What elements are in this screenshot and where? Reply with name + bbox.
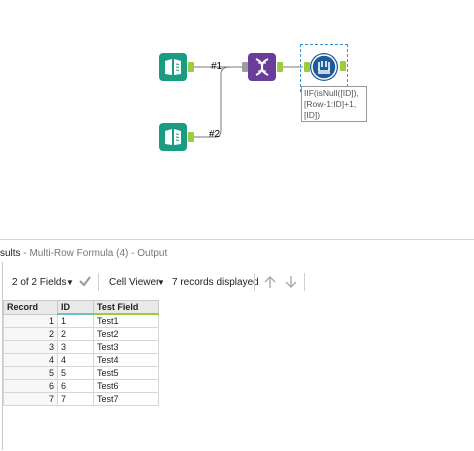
arrow-down-icon[interactable] xyxy=(285,275,297,292)
table-row[interactable]: 2 2 Test2 xyxy=(3,327,159,341)
table-row[interactable]: 1 1 Test1 xyxy=(3,313,159,328)
input-data-tool-1[interactable] xyxy=(159,53,187,81)
record-cell[interactable]: 2 xyxy=(3,327,58,341)
test-field-cell[interactable]: Test7 xyxy=(93,392,159,406)
id-cell[interactable]: 4 xyxy=(57,353,94,367)
book-icon xyxy=(165,59,181,75)
test-field-cell[interactable]: Test1 xyxy=(93,313,159,328)
record-cell[interactable]: 1 xyxy=(3,313,58,328)
annotation-line-3: [ID]) xyxy=(304,110,321,120)
id-cell[interactable]: 1 xyxy=(57,313,94,328)
table-header-row: Record ID Test Field xyxy=(3,300,159,315)
formula-annotation: IIF(isNull([ID]), [Row-1:ID]+1, [ID]) xyxy=(301,86,367,122)
output-anchor[interactable] xyxy=(188,62,194,72)
results-table: Record ID Test Field 1 1 Test1 2 2 Test2… xyxy=(3,300,159,406)
fields-dropdown-icon[interactable]: ▼ xyxy=(66,278,74,287)
table-row[interactable]: 6 6 Test6 xyxy=(3,379,159,393)
toolbar-separator xyxy=(98,273,99,291)
column-header-id[interactable]: ID xyxy=(57,300,94,315)
connection-wires xyxy=(193,66,303,138)
results-title-suffix: - Multi-Row Formula (4) - Output xyxy=(23,248,168,259)
output-anchor[interactable] xyxy=(340,61,346,71)
record-cell[interactable]: 3 xyxy=(3,340,58,354)
annotation-line-2: [Row-1:ID]+1, xyxy=(304,99,357,109)
records-displayed-label: 7 records displayed xyxy=(172,277,259,288)
cell-viewer-selector[interactable]: Cell Viewer xyxy=(109,277,159,288)
book-icon xyxy=(165,129,181,145)
record-cell[interactable]: 4 xyxy=(3,353,58,367)
table-row[interactable]: 3 3 Test3 xyxy=(3,340,159,354)
column-header-test-field[interactable]: Test Field xyxy=(93,300,159,315)
flask-icon xyxy=(311,54,337,80)
id-cell[interactable]: 5 xyxy=(57,366,94,380)
id-cell[interactable]: 3 xyxy=(57,340,94,354)
test-field-cell[interactable]: Test3 xyxy=(93,340,159,354)
record-cell[interactable]: 7 xyxy=(3,392,58,406)
test-field-cell[interactable]: Test2 xyxy=(93,327,159,341)
table-row[interactable]: 4 4 Test4 xyxy=(3,353,159,367)
record-cell[interactable]: 6 xyxy=(3,379,58,393)
results-title-prefix: sults xyxy=(0,248,21,259)
test-field-cell[interactable]: Test4 xyxy=(93,353,159,367)
output-anchor[interactable] xyxy=(277,62,283,72)
test-field-cell[interactable]: Test5 xyxy=(93,366,159,380)
input-data-tool-2[interactable] xyxy=(159,123,187,151)
id-cell[interactable]: 7 xyxy=(57,392,94,406)
dna-icon xyxy=(255,58,269,76)
fields-selector[interactable]: 2 of 2 Fields xyxy=(12,277,66,288)
table-row[interactable]: 7 7 Test7 xyxy=(3,392,159,406)
checkmark-icon[interactable] xyxy=(78,274,92,291)
record-cell[interactable]: 5 xyxy=(3,366,58,380)
annotation-line-1: IIF(isNull([ID]), xyxy=(304,88,359,98)
toolbar-separator xyxy=(304,273,305,291)
workflow-canvas[interactable]: #1 #2 IIF(isNull([ID]), [Row-1:ID]+1, [I… xyxy=(0,0,474,240)
connection-label-2: #2 xyxy=(209,129,221,140)
results-title: sults - Multi-Row Formula (4) - Output xyxy=(0,248,167,259)
multi-row-formula-tool[interactable] xyxy=(310,53,338,81)
results-toolbar: 2 of 2 Fields ▼ Cell Viewer ▼ 7 records … xyxy=(0,268,474,298)
table-row[interactable]: 5 5 Test5 xyxy=(3,366,159,380)
cell-viewer-dropdown-icon[interactable]: ▼ xyxy=(157,278,165,287)
connection-label-1: #1 xyxy=(211,61,223,72)
test-field-cell[interactable]: Test6 xyxy=(93,379,159,393)
output-anchor[interactable] xyxy=(188,132,194,142)
arrow-up-icon[interactable] xyxy=(264,275,276,292)
column-header-record[interactable]: Record xyxy=(3,300,58,315)
id-cell[interactable]: 6 xyxy=(57,379,94,393)
id-cell[interactable]: 2 xyxy=(57,327,94,341)
union-tool[interactable] xyxy=(248,53,276,81)
toolbar-separator xyxy=(254,273,255,291)
